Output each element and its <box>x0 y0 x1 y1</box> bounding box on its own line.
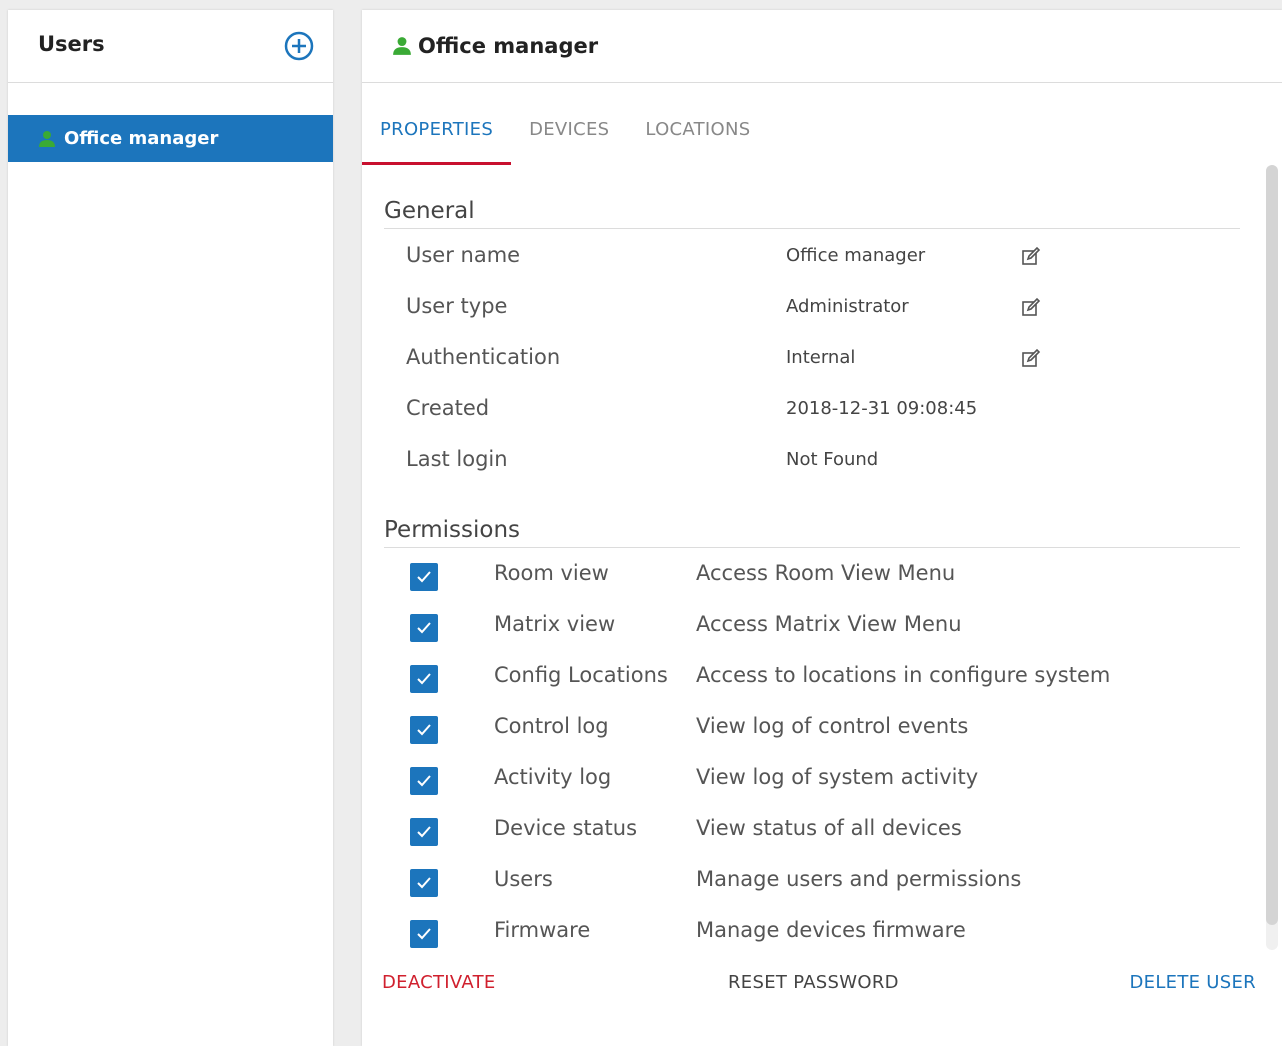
edit-icon[interactable] <box>1020 245 1042 267</box>
permission-checkbox[interactable] <box>410 716 438 744</box>
property-label: Authentication <box>406 345 561 369</box>
user-icon <box>38 130 56 148</box>
check-icon <box>417 622 431 634</box>
permission-checkbox[interactable] <box>410 767 438 795</box>
property-value: Administrator <box>786 296 909 317</box>
property-row-authentication: Authentication Internal <box>406 345 1041 385</box>
tab-properties[interactable]: PROPERTIES <box>362 115 512 165</box>
permission-checkbox[interactable] <box>410 614 438 642</box>
permission-row: Users Manage users and permissions <box>410 867 1210 907</box>
permission-checkbox[interactable] <box>410 869 438 897</box>
permission-row: Activity log View log of system activity <box>410 765 1210 805</box>
general-heading: General <box>384 198 1240 229</box>
action-bar: DEACTIVATE RESET PASSWORD DELETE USER <box>382 972 1256 1002</box>
permission-name: Firmware <box>494 918 591 942</box>
permission-row: Control log View log of control events <box>410 714 1210 754</box>
permission-description: View log of system activity <box>696 765 979 789</box>
delete-user-button[interactable]: DELETE USER <box>1129 972 1256 993</box>
tab-devices[interactable]: DEVICES <box>511 115 627 163</box>
permission-checkbox[interactable] <box>410 665 438 693</box>
permission-name: Activity log <box>494 765 612 789</box>
permissions-heading: Permissions <box>384 517 1240 548</box>
plus-circle-icon <box>284 31 314 61</box>
check-icon <box>417 877 431 889</box>
edit-icon[interactable] <box>1020 347 1042 369</box>
permission-description: View status of all devices <box>696 816 962 840</box>
permission-name: Matrix view <box>494 612 616 636</box>
page-title: Office manager <box>418 34 599 58</box>
permission-name: Users <box>494 867 553 891</box>
property-value: 2018-12-31 09:08:45 <box>786 398 978 419</box>
check-icon <box>417 775 431 787</box>
check-icon <box>417 673 431 685</box>
user-detail-header: Office manager <box>362 10 1282 83</box>
permission-row: Matrix view Access Matrix View Menu <box>410 612 1210 652</box>
permission-row: Room view Access Room View Menu <box>410 561 1210 601</box>
users-panel-header: Users <box>8 10 333 83</box>
permission-name: Room view <box>494 561 609 585</box>
tab-locations[interactable]: LOCATIONS <box>627 115 768 163</box>
permission-checkbox[interactable] <box>410 920 438 948</box>
deactivate-button[interactable]: DEACTIVATE <box>382 972 496 993</box>
property-value: Office manager <box>786 245 926 266</box>
check-icon <box>417 724 431 736</box>
user-icon <box>392 36 412 56</box>
permission-description: View log of control events <box>696 714 969 738</box>
permission-description: Manage devices firmware <box>696 918 966 942</box>
tab-bar: PROPERTIES DEVICES LOCATIONS <box>362 115 769 167</box>
permission-name: Device status <box>494 816 638 840</box>
add-user-button[interactable] <box>284 31 314 61</box>
check-icon <box>417 928 431 940</box>
users-panel: Users Office manager <box>8 10 333 1046</box>
reset-password-button[interactable]: RESET PASSWORD <box>728 972 899 993</box>
permission-name: Config Locations <box>494 663 668 687</box>
permission-name: Control log <box>494 714 609 738</box>
property-row-created: Created 2018-12-31 09:08:45 <box>406 396 1026 436</box>
permission-description: Access to locations in configure system <box>696 663 1111 687</box>
permission-description: Manage users and permissions <box>696 867 1022 891</box>
scrollbar[interactable] <box>1266 165 1278 950</box>
permission-checkbox[interactable] <box>410 818 438 846</box>
check-icon <box>417 826 431 838</box>
check-icon <box>417 571 431 583</box>
property-label: User type <box>406 294 508 318</box>
property-label: Last login <box>406 447 508 471</box>
user-list-item[interactable]: Office manager <box>8 115 333 162</box>
users-panel-title: Users <box>38 32 105 56</box>
property-row-user-type: User type Administrator <box>406 294 1041 334</box>
permission-description: Access Matrix View Menu <box>696 612 962 636</box>
permission-description: Access Room View Menu <box>696 561 956 585</box>
user-list-item-label: Office manager <box>64 128 219 149</box>
property-value: Not Found <box>786 449 879 470</box>
permission-checkbox[interactable] <box>410 563 438 591</box>
permission-row: Device status View status of all devices <box>410 816 1210 856</box>
permission-row: Config Locations Access to locations in … <box>410 663 1210 703</box>
user-list: Office manager <box>8 115 333 162</box>
edit-icon[interactable] <box>1020 296 1042 318</box>
property-row-user-name: User name Office manager <box>406 243 1041 283</box>
permission-row: Firmware Manage devices firmware <box>410 918 1210 958</box>
user-detail-panel: Office manager PROPERTIES DEVICES LOCATI… <box>362 10 1282 1046</box>
scrollbar-thumb[interactable] <box>1266 165 1278 925</box>
property-row-last-login: Last login Not Found <box>406 447 1026 487</box>
property-label: Created <box>406 396 490 420</box>
property-label: User name <box>406 243 521 267</box>
property-value: Internal <box>786 347 856 368</box>
